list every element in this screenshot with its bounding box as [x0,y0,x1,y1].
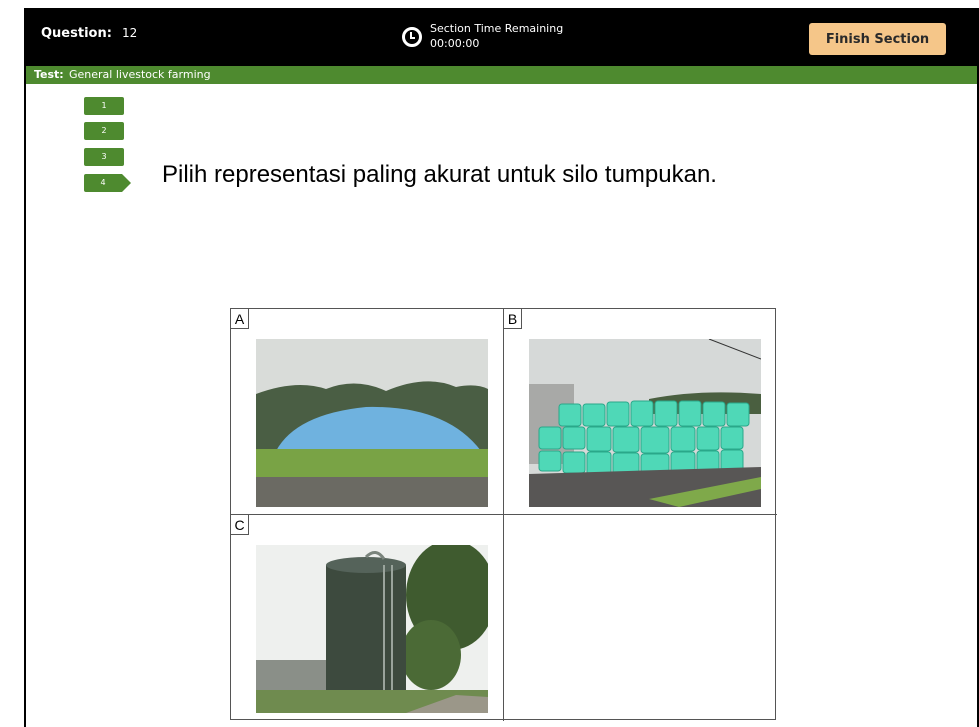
question-nav-2[interactable]: 2 [84,122,124,140]
question-number: 12 [122,26,138,40]
tower-silo-image [256,545,488,713]
wrapped-bales-image [529,339,761,507]
question-nav-1[interactable]: 1 [84,97,124,115]
option-letter: A [231,309,249,329]
question-prompt: Pilih representasi paling akurat untuk s… [162,161,717,188]
finish-section-button[interactable]: Finish Section [809,23,946,55]
bunker-silage-image [256,339,488,507]
timer-label: Section Time Remaining [430,22,564,35]
test-bar: Test: General livestock farming [26,66,977,84]
option-a[interactable]: A [231,309,504,515]
option-letter: B [504,309,522,329]
top-bar: Question: 12 Section Time Remaining 00:0… [26,8,977,66]
clock-icon [402,27,422,47]
option-letter: C [231,515,249,535]
question-nav-4[interactable]: 4 [84,174,131,192]
test-label: Test: [34,68,64,81]
answer-grid: A B C [230,308,777,721]
test-window: Question: 12 Section Time Remaining 00:0… [24,8,979,727]
test-name: General livestock farming [69,68,211,81]
option-b[interactable]: B [504,309,777,515]
timer-value: 00:00:00 [430,37,480,50]
question-nav-3[interactable]: 3 [84,148,124,166]
option-c[interactable]: C [231,515,504,721]
question-label: Question: [41,26,112,41]
option-empty-cell [504,515,777,721]
